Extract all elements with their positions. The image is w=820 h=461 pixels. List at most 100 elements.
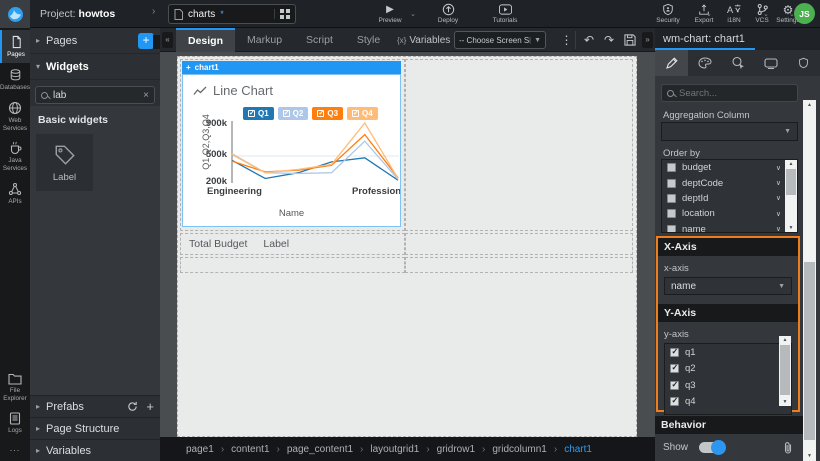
tab-script[interactable]: Script <box>294 28 345 52</box>
undo-icon[interactable]: ↶ <box>580 31 598 49</box>
legend-item-q2[interactable]: Q2 <box>278 107 309 120</box>
label-widget-tile[interactable]: Label <box>36 134 93 191</box>
show-toggle[interactable] <box>699 442 725 453</box>
page-selector[interactable]: charts * <box>168 4 296 24</box>
rail-item-apis[interactable]: APIs <box>0 177 30 210</box>
pages-section-header[interactable]: ▸ Pages + <box>30 28 160 54</box>
scroll-up-icon[interactable]: ▲ <box>803 102 816 108</box>
gridcolumn-cell[interactable] <box>405 257 633 273</box>
add-prefab-button[interactable]: + <box>146 399 154 414</box>
collapse-panel-handle[interactable] <box>153 35 160 49</box>
variables-section-header[interactable]: ▸ Variables <box>30 439 160 461</box>
refresh-icon[interactable] <box>127 401 138 412</box>
prefabs-section-header[interactable]: ▸ Prefabs + <box>30 395 160 417</box>
breadcrumb-item-gridcolumn1[interactable]: gridcolumn1 <box>492 444 546 455</box>
chevron-down-icon[interactable]: ∨ <box>776 179 781 187</box>
save-icon[interactable] <box>621 31 639 49</box>
checkbox-icon[interactable] <box>667 225 676 233</box>
security-button[interactable]: Security <box>648 3 688 24</box>
checkbox-icon[interactable] <box>667 209 676 218</box>
checkbox-checked-icon[interactable] <box>670 397 679 406</box>
scroll-down-icon[interactable]: ▼ <box>785 225 797 231</box>
tab-design[interactable]: Design <box>176 28 235 52</box>
legend-item-q3[interactable]: Q3 <box>312 107 343 120</box>
legend-item-q1[interactable]: Q1 <box>243 107 274 120</box>
chart-widget-body[interactable]: Line Chart Q1Q2Q3Q4 900k 500k 200k Q1,Q2… <box>182 74 401 227</box>
preview-button[interactable]: ▶ Preview <box>370 3 410 24</box>
breadcrumb-item-page1[interactable]: page1 <box>186 444 214 455</box>
legend-item-q4[interactable]: Q4 <box>347 107 378 120</box>
more-menu-icon[interactable]: ⋮ <box>558 31 576 49</box>
chevron-down-icon[interactable]: ∨ <box>776 210 781 218</box>
scroll-down-icon[interactable]: ▼ <box>803 453 816 459</box>
pages-dashboard-icon[interactable] <box>274 9 290 19</box>
collapse-right-icon[interactable]: » <box>642 32 653 48</box>
add-page-button[interactable]: + <box>138 33 154 49</box>
properties-search-input[interactable] <box>679 88 792 99</box>
order-by-scrollbar[interactable]: ▲ ▼ <box>785 160 797 232</box>
checkbox-checked-icon[interactable] <box>670 348 679 357</box>
chevron-down-icon[interactable]: ∨ <box>776 225 781 233</box>
tab-markup[interactable]: Markup <box>235 28 294 52</box>
bind-icon[interactable] <box>783 441 793 454</box>
redo-icon[interactable]: ↷ <box>600 31 618 49</box>
rail-more-button[interactable]: ... <box>0 439 30 457</box>
widget-search-input[interactable] <box>53 90 138 101</box>
collapse-left-icon[interactable]: « <box>162 32 173 48</box>
list-item-name[interactable]: name∨ <box>662 222 797 233</box>
x-axis-select[interactable]: name▼ <box>664 277 792 295</box>
tab-properties[interactable] <box>655 50 688 76</box>
scroll-up-icon[interactable]: ▲ <box>785 161 797 167</box>
gridcolumn-cell[interactable] <box>405 59 633 231</box>
list-item-budget[interactable]: budget∨ <box>662 160 797 175</box>
gridcolumn-cell[interactable] <box>180 257 405 273</box>
list-item-location[interactable]: location∨ <box>662 206 797 221</box>
chevron-down-icon[interactable]: ∨ <box>776 164 781 172</box>
checkbox-icon[interactable] <box>667 179 676 188</box>
breadcrumb-item-page_content1[interactable]: page_content1 <box>287 444 353 455</box>
tab-styles[interactable] <box>688 50 721 76</box>
label-widget-placeholder[interactable]: Label <box>263 238 289 250</box>
tab-events[interactable] <box>721 50 754 76</box>
breadcrumb-item-content1[interactable]: content1 <box>231 444 269 455</box>
tab-security[interactable] <box>787 50 820 76</box>
total-budget-label-widget[interactable]: Total Budget <box>189 238 247 250</box>
breadcrumb-item-chart1[interactable]: chart1 <box>564 444 592 455</box>
rail-item-web-services[interactable]: Web Services <box>0 96 30 137</box>
rail-item-java-services[interactable]: Java Services <box>0 136 30 177</box>
clear-search-icon[interactable]: × <box>143 90 149 101</box>
chart-widget-header[interactable]: + chart1 <box>182 61 401 74</box>
page-canvas[interactable]: + chart1 Line Chart Q1Q2Q3Q4 900k 500k 2… <box>177 56 637 437</box>
scrollbar-thumb[interactable] <box>780 345 790 395</box>
panel-scrollbar[interactable]: ▲ ▼ <box>803 100 816 461</box>
list-item-deptId[interactable]: deptId∨ <box>662 191 797 206</box>
widgets-section-header[interactable]: ▾ Widgets <box>30 54 160 80</box>
gridcolumn-cell[interactable]: Total Budget Label <box>180 233 405 255</box>
checkbox-checked-icon[interactable] <box>670 381 679 390</box>
list-item-q3[interactable]: q3 <box>665 377 791 394</box>
list-item-q1[interactable]: q1 <box>665 344 791 361</box>
checkbox-icon[interactable] <box>667 194 676 203</box>
aggregation-column-select[interactable]: ▼ <box>661 122 798 141</box>
scroll-up-icon[interactable]: ▲ <box>779 337 791 343</box>
list-item-deptCode[interactable]: deptCode∨ <box>662 175 797 190</box>
y-axis-scrollbar[interactable]: ▲ ▼ <box>779 336 791 406</box>
rail-item-databases[interactable]: Databases <box>0 63 30 96</box>
checkbox-icon[interactable] <box>667 163 676 172</box>
tab-style[interactable]: Style <box>345 28 392 52</box>
tutorials-button[interactable]: Tutorials <box>485 3 525 24</box>
chevron-down-icon[interactable]: ∨ <box>776 194 781 202</box>
drag-handle-icon[interactable]: + <box>186 63 191 72</box>
variables-button[interactable]: {x} Variables ⌄ <box>397 32 459 48</box>
scrollbar-thumb[interactable] <box>804 262 815 440</box>
gridcolumn-cell[interactable] <box>405 233 633 255</box>
tab-device[interactable] <box>754 50 787 76</box>
checkbox-checked-icon[interactable] <box>670 364 679 373</box>
screen-size-select[interactable]: -- Choose Screen Size -- ▼ <box>454 31 546 49</box>
scroll-down-icon[interactable]: ▼ <box>779 399 791 405</box>
preview-menu-caret[interactable]: ⌄ <box>410 10 416 18</box>
user-avatar[interactable]: JS <box>794 3 815 24</box>
wavemaker-logo[interactable] <box>0 0 30 28</box>
chart-widget[interactable]: + chart1 Line Chart Q1Q2Q3Q4 900k 500k 2… <box>182 61 401 227</box>
breadcrumb-item-gridrow1[interactable]: gridrow1 <box>437 444 475 455</box>
